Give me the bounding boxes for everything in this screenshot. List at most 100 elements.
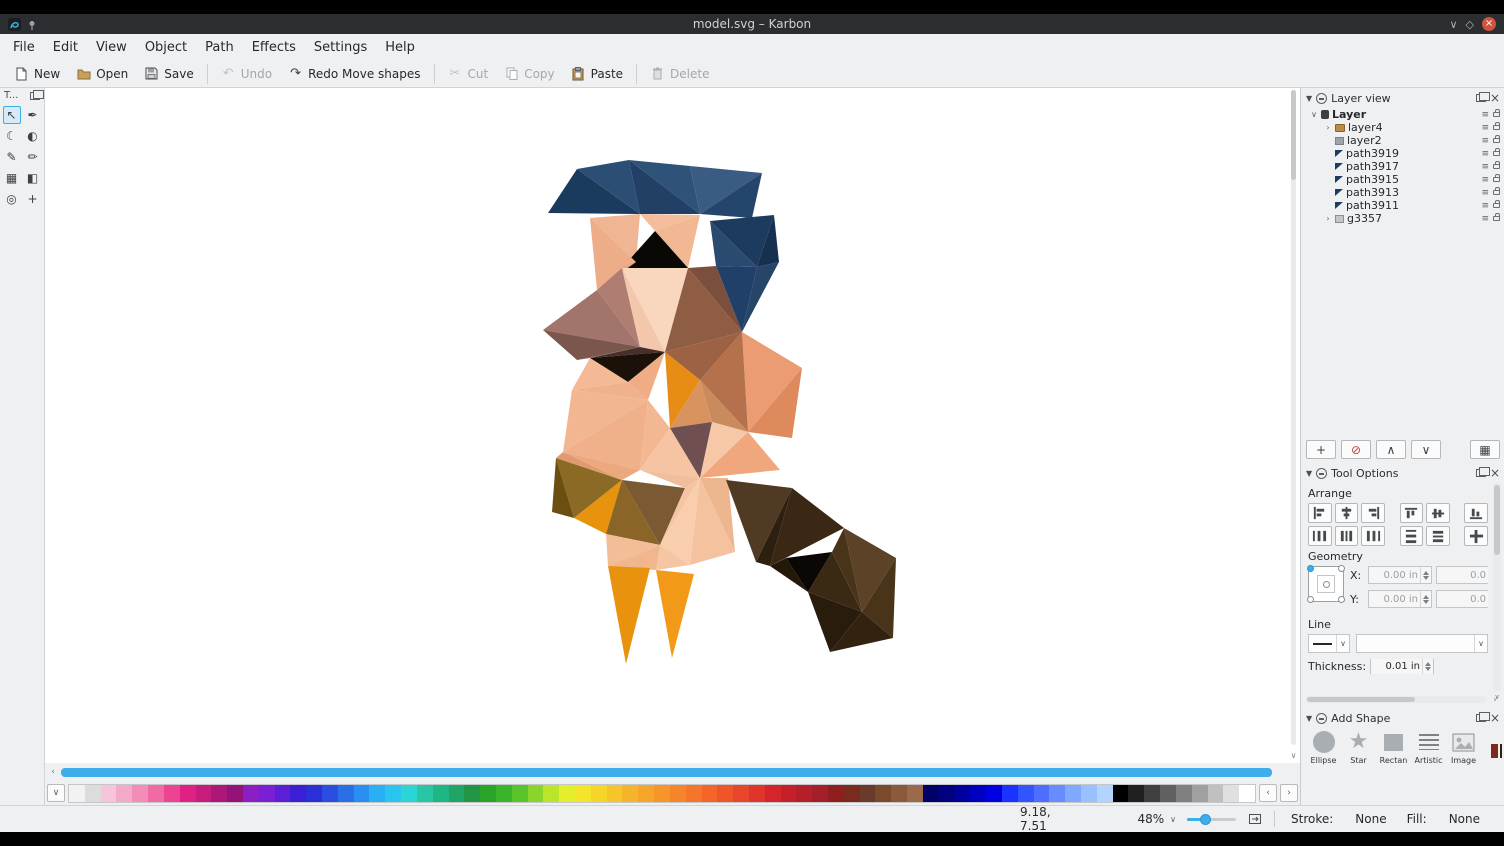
copy-button[interactable]: Copy — [496, 62, 562, 85]
color-swatch[interactable] — [85, 785, 101, 802]
color-swatch[interactable] — [654, 785, 670, 802]
color-swatch[interactable] — [1081, 785, 1097, 802]
select-tool[interactable]: ↖ — [3, 106, 21, 124]
color-swatch[interactable] — [907, 785, 923, 802]
calligraphy-tool[interactable]: ☾ — [3, 127, 21, 145]
color-swatch[interactable] — [828, 785, 844, 802]
color-swatch[interactable] — [338, 785, 354, 802]
color-swatch[interactable] — [306, 785, 322, 802]
palette-prev-button[interactable]: ‹ — [1259, 784, 1277, 802]
color-swatch[interactable] — [686, 785, 702, 802]
lock-icon[interactable] — [1493, 138, 1500, 143]
lock-icon[interactable] — [1493, 216, 1500, 221]
save-button[interactable]: Save — [136, 62, 201, 85]
slider-thumb[interactable] — [1200, 814, 1211, 825]
color-swatch[interactable] — [417, 785, 433, 802]
close-button[interactable]: × — [1482, 17, 1496, 31]
fill-value[interactable]: None — [1449, 812, 1480, 826]
minimize-button[interactable]: ∨ — [1449, 19, 1457, 30]
layer-item-path3919[interactable]: path3919≡ — [1304, 147, 1502, 160]
anchor-center[interactable] — [1323, 581, 1330, 588]
color-swatch[interactable] — [891, 785, 907, 802]
layer-item-g3357[interactable]: ›g3357≡ — [1304, 212, 1502, 225]
scroll-left-icon[interactable]: ‹ — [45, 765, 61, 779]
color-swatch[interactable] — [970, 785, 986, 802]
fill-tool[interactable]: ◧ — [24, 169, 42, 187]
properties-icon[interactable]: ≡ — [1481, 110, 1489, 120]
scrollbar-thumb[interactable] — [61, 768, 1272, 777]
panel-menu-icon[interactable] — [1316, 468, 1327, 479]
color-swatch[interactable] — [875, 785, 891, 802]
color-swatch[interactable] — [1018, 785, 1034, 802]
color-swatch[interactable] — [986, 785, 1002, 802]
width-input[interactable]: 0.0 — [1436, 566, 1488, 584]
color-swatch[interactable] — [860, 785, 876, 802]
layer-item-path3913[interactable]: path3913≡ — [1304, 186, 1502, 199]
lock-icon[interactable] — [1493, 112, 1500, 117]
paste-button[interactable]: Paste — [563, 62, 631, 85]
palette-menu-button[interactable]: ∨ — [47, 784, 65, 802]
anchor-top-right[interactable] — [1338, 565, 1345, 572]
artwork-polygon[interactable] — [608, 566, 650, 664]
shape-partial[interactable] — [1483, 739, 1502, 765]
raise-layer-button[interactable]: ∧ — [1376, 440, 1406, 459]
color-swatch[interactable] — [196, 785, 212, 802]
lock-icon[interactable] — [1493, 125, 1500, 130]
pencil-tool[interactable]: ✎ — [3, 148, 21, 166]
color-swatch[interactable] — [354, 785, 370, 802]
properties-icon[interactable]: ≡ — [1481, 175, 1489, 185]
distribute-bottom-button[interactable] — [1426, 526, 1450, 546]
color-swatch[interactable] — [496, 785, 512, 802]
color-swatch[interactable] — [322, 785, 338, 802]
collapse-icon[interactable]: ▼ — [1306, 469, 1312, 478]
lock-icon[interactable] — [1493, 190, 1500, 195]
shape-artistic-text[interactable]: Artistic — [1413, 730, 1444, 765]
color-swatch[interactable] — [1065, 785, 1081, 802]
canvas[interactable]: ∨ — [45, 88, 1300, 763]
color-swatch[interactable] — [812, 785, 828, 802]
float-icon[interactable] — [1476, 469, 1486, 477]
properties-icon[interactable]: ≡ — [1481, 136, 1489, 146]
color-swatch[interactable] — [717, 785, 733, 802]
line-dash-select[interactable]: ∨ — [1356, 634, 1488, 653]
color-swatch[interactable] — [116, 785, 132, 802]
view-mode-button[interactable]: ▦ — [1470, 440, 1500, 459]
color-swatch[interactable] — [227, 785, 243, 802]
collapse-icon[interactable]: ▼ — [1306, 714, 1312, 723]
color-swatch[interactable] — [670, 785, 686, 802]
anchor-bottom-left[interactable] — [1307, 596, 1314, 603]
new-button[interactable]: New — [6, 62, 68, 85]
color-swatch[interactable] — [449, 785, 465, 802]
color-swatch[interactable] — [955, 785, 971, 802]
distribute-left-button[interactable] — [1308, 526, 1332, 546]
close-icon[interactable]: × — [1490, 467, 1500, 479]
menu-effects[interactable]: Effects — [243, 37, 305, 58]
menu-settings[interactable]: Settings — [305, 37, 376, 58]
distribute-top-button[interactable] — [1400, 526, 1424, 546]
properties-icon[interactable]: ≡ — [1481, 162, 1489, 172]
color-swatch[interactable] — [1192, 785, 1208, 802]
menu-view[interactable]: View — [87, 37, 136, 58]
align-left-button[interactable] — [1308, 503, 1332, 523]
expander-icon[interactable]: ∨ — [1310, 110, 1318, 119]
color-swatch[interactable] — [180, 785, 196, 802]
layer-item-path3917[interactable]: path3917≡ — [1304, 160, 1502, 173]
anchor-top-left[interactable] — [1307, 565, 1314, 572]
color-swatch[interactable] — [622, 785, 638, 802]
layer-item-layer2[interactable]: layer2≡ — [1304, 134, 1502, 147]
properties-icon[interactable]: ≡ — [1481, 201, 1489, 211]
menu-object[interactable]: Object — [136, 37, 196, 58]
gradient-tool[interactable]: ◐ — [24, 127, 42, 145]
color-swatch[interactable] — [401, 785, 417, 802]
expander-icon[interactable]: › — [1324, 214, 1332, 223]
align-right-button[interactable] — [1361, 503, 1385, 523]
color-swatch[interactable] — [607, 785, 623, 802]
panel-scroll-right-icon[interactable]: › — [1490, 694, 1500, 704]
color-swatch[interactable] — [844, 785, 860, 802]
scroll-down-icon[interactable]: ∨ — [1288, 749, 1299, 761]
properties-icon[interactable]: ≡ — [1481, 149, 1489, 159]
float-icon[interactable] — [1476, 94, 1486, 102]
zoom-select[interactable]: 48% ∨ — [1138, 812, 1180, 826]
undo-button[interactable]: ↶ Undo — [213, 62, 280, 85]
zoom-tool[interactable]: ◎ — [3, 190, 21, 208]
